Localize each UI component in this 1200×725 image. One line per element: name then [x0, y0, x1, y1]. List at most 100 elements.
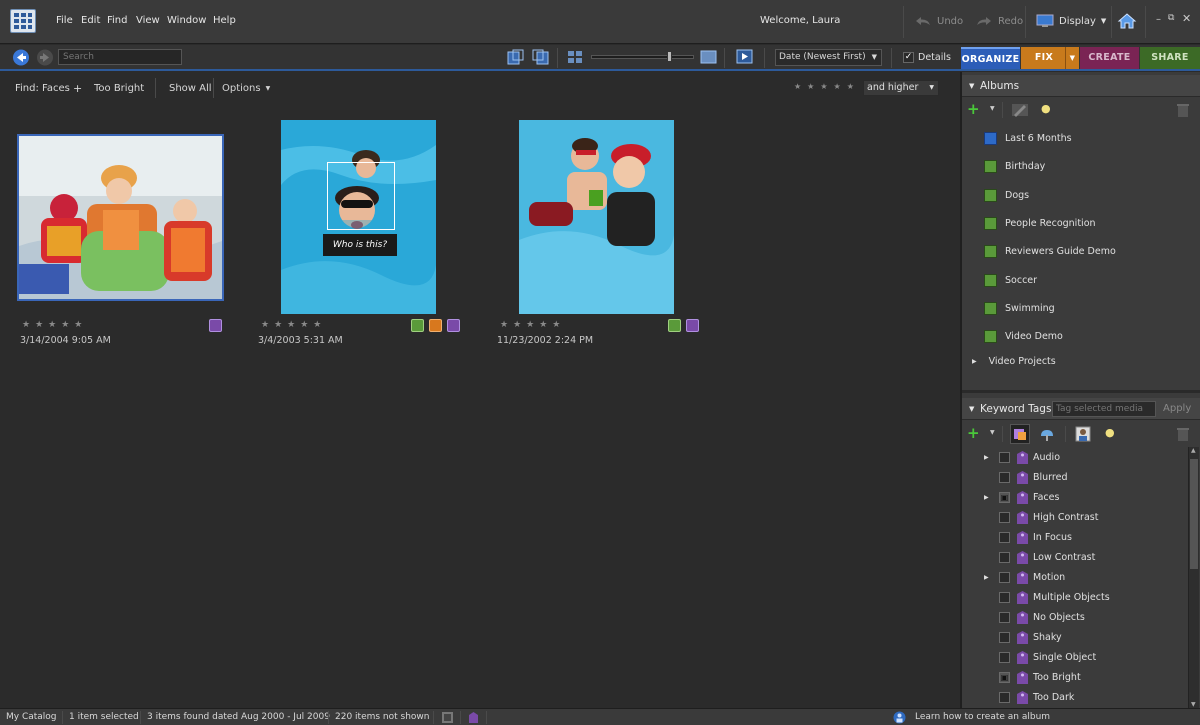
- keyword-checkbox-checked[interactable]: ▣: [999, 671, 1010, 683]
- search-input[interactable]: [58, 49, 182, 65]
- edit-album-icon[interactable]: [1012, 103, 1028, 117]
- chevron-down-icon[interactable]: ▼: [1065, 47, 1079, 69]
- small-thumbnails-button[interactable]: [567, 50, 584, 65]
- rating-stars[interactable]: ★★★★★: [500, 320, 565, 330]
- keyword-checkbox[interactable]: [999, 531, 1010, 543]
- keyword-tag-icon[interactable]: [209, 319, 222, 332]
- keyword-item-single-object[interactable]: Single Object: [986, 648, 1096, 666]
- keyword-item-high-contrast[interactable]: High Contrast: [986, 508, 1098, 526]
- thumbnail-size-slider[interactable]: [591, 51, 694, 62]
- tab-share[interactable]: SHARE: [1140, 47, 1200, 69]
- keyword-item-audio[interactable]: ▶ Audio: [984, 448, 1060, 466]
- trash-icon[interactable]: [1177, 103, 1189, 117]
- trash-icon[interactable]: [1177, 427, 1189, 441]
- album-item-reviewers-guide-demo[interactable]: Reviewers Guide Demo: [984, 241, 1116, 261]
- album-item-swimming[interactable]: Swimming: [984, 298, 1055, 318]
- slideshow-button[interactable]: [736, 49, 753, 65]
- lightbulb-icon[interactable]: ●: [1105, 426, 1115, 439]
- keyword-item-shaky[interactable]: Shaky: [986, 628, 1062, 646]
- face-detection-box[interactable]: [327, 162, 395, 230]
- album-item-last-6-months[interactable]: Last 6 Months: [984, 128, 1072, 148]
- expand-triangle-icon[interactable]: ▶: [972, 358, 977, 365]
- keyword-item-too-dark[interactable]: Too Dark: [986, 688, 1074, 706]
- person-tag-icon[interactable]: [1075, 426, 1091, 442]
- chevron-down-icon[interactable]: ▼: [990, 429, 995, 436]
- keyword-item-low-contrast[interactable]: Low Contrast: [986, 548, 1095, 566]
- undo-button[interactable]: Undo: [914, 10, 963, 32]
- add-album-icon[interactable]: +: [967, 100, 980, 118]
- collapse-triangle-icon[interactable]: ▼: [969, 75, 974, 97]
- keyword-checkbox[interactable]: [999, 551, 1010, 563]
- catalog-name[interactable]: My Catalog: [6, 712, 57, 722]
- large-thumbnails-button[interactable]: [700, 50, 717, 65]
- details-checkbox[interactable]: ✓: [903, 52, 914, 63]
- rating-filter-select[interactable]: and higher ▼: [863, 80, 939, 96]
- options-menu[interactable]: Options ▼: [222, 83, 270, 95]
- keyword-item-in-focus[interactable]: In Focus: [986, 528, 1072, 546]
- album-item-people-recognition[interactable]: People Recognition: [984, 213, 1096, 233]
- keyword-checkbox[interactable]: [999, 691, 1010, 703]
- collapse-triangle-icon[interactable]: ▼: [969, 398, 974, 420]
- album-icon[interactable]: [668, 319, 681, 332]
- rating-stars[interactable]: ★★★★★: [261, 320, 326, 330]
- slider-handle[interactable]: [667, 51, 672, 62]
- keyword-item-faces[interactable]: ▶ ▣ Faces: [984, 488, 1059, 506]
- forward-button[interactable]: [36, 49, 54, 66]
- albums-header[interactable]: ▼ Albums: [962, 75, 1200, 97]
- expand-triangle-icon[interactable]: ▶: [984, 454, 989, 461]
- keyword-checkbox[interactable]: [999, 651, 1010, 663]
- back-button[interactable]: [12, 49, 30, 66]
- album-item-video-demo[interactable]: Video Demo: [984, 326, 1063, 346]
- keyword-item-too-bright[interactable]: ▣ Too Bright: [986, 668, 1081, 686]
- album-group-video-projects[interactable]: ▶ Video Projects: [972, 351, 1056, 371]
- photo-thumbnail[interactable]: [17, 134, 224, 301]
- keyword-checkbox[interactable]: [999, 511, 1010, 523]
- keyword-checkbox[interactable]: [999, 591, 1010, 603]
- add-keyword-icon[interactable]: +: [967, 424, 980, 442]
- display-button[interactable]: Display ▼: [1036, 10, 1106, 32]
- keyword-checkbox[interactable]: [999, 611, 1010, 623]
- app-logo-icon[interactable]: [10, 9, 36, 33]
- menu-find[interactable]: Find: [107, 15, 128, 26]
- tag-selected-media-input[interactable]: [1052, 401, 1156, 417]
- lightbulb-icon[interactable]: ●: [1041, 102, 1051, 115]
- tab-organize[interactable]: ORGANIZE: [961, 47, 1020, 69]
- find-criteria-too-bright[interactable]: Too Bright: [94, 83, 144, 94]
- keyword-item-blurred[interactable]: Blurred: [986, 468, 1068, 486]
- album-item-birthday[interactable]: Birthday: [984, 156, 1045, 176]
- keyword-scrollbar[interactable]: ▲ ▼: [1188, 447, 1199, 708]
- rating-stars[interactable]: ★★★★★: [22, 320, 87, 330]
- help-tip-icon[interactable]: [893, 711, 906, 724]
- redo-button[interactable]: Redo: [975, 10, 1023, 32]
- panel-splitter[interactable]: [962, 390, 1200, 393]
- keyword-item-motion[interactable]: ▶ Motion: [984, 568, 1065, 586]
- scrollbar-thumb[interactable]: [1190, 459, 1198, 569]
- rotate-left-button[interactable]: [507, 49, 524, 66]
- help-tip-link[interactable]: Learn how to create an album: [915, 712, 1050, 722]
- add-criteria-button[interactable]: +: [73, 82, 82, 95]
- keyword-tag-icon[interactable]: [686, 319, 699, 332]
- keyword-tags-header[interactable]: ▼ Keyword Tags Apply: [962, 398, 1200, 420]
- expand-triangle-icon[interactable]: ▶: [984, 494, 989, 501]
- show-all-button[interactable]: Show All: [169, 83, 212, 94]
- menu-view[interactable]: View: [136, 15, 160, 26]
- keyword-tag-icon[interactable]: [447, 319, 460, 332]
- filmstrip-icon[interactable]: [442, 712, 453, 723]
- scroll-down-icon[interactable]: ▼: [1191, 701, 1196, 708]
- tab-create[interactable]: CREATE: [1080, 47, 1139, 69]
- photo-thumbnail[interactable]: [519, 120, 674, 314]
- keyword-checkbox[interactable]: [999, 631, 1010, 643]
- menu-edit[interactable]: Edit: [81, 15, 100, 26]
- tab-fix[interactable]: FIX ▼: [1021, 47, 1079, 69]
- expand-triangle-icon[interactable]: ▶: [984, 574, 989, 581]
- face-name-prompt[interactable]: Who is this?: [323, 234, 397, 256]
- home-button[interactable]: [1117, 11, 1137, 31]
- keyword-tag-icon[interactable]: [469, 712, 478, 723]
- minimize-icon[interactable]: –: [1156, 14, 1161, 25]
- scroll-up-icon[interactable]: ▲: [1191, 447, 1196, 454]
- apply-button[interactable]: Apply: [1163, 398, 1191, 420]
- menu-help[interactable]: Help: [213, 15, 236, 26]
- favorite-tag-icon[interactable]: [429, 319, 442, 332]
- album-item-dogs[interactable]: Dogs: [984, 185, 1029, 205]
- restore-icon[interactable]: ⧉: [1168, 13, 1174, 23]
